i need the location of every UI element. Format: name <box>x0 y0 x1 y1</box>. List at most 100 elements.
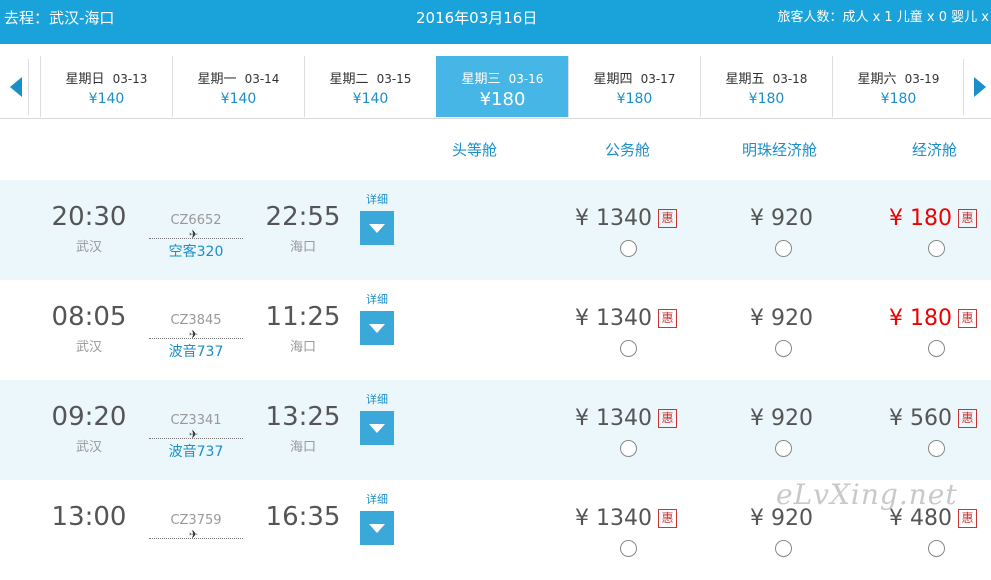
date-tab-price: ¥180 <box>880 91 917 107</box>
next-week-arrow-icon[interactable] <box>963 59 991 115</box>
departure-city: 武汉 <box>75 440 102 455</box>
expand-chevron-icon[interactable] <box>360 211 394 245</box>
business-fare: ¥ 1340 惠 <box>575 506 677 531</box>
detail-toggle[interactable]: 详细 <box>358 180 396 245</box>
pearl-fare-radio[interactable] <box>775 540 792 557</box>
detail-label[interactable]: 详细 <box>358 393 396 407</box>
expand-chevron-icon[interactable] <box>360 411 394 445</box>
departure: 08:05 武汉 <box>40 280 138 355</box>
cabin-first-class: 头等舱 <box>452 141 498 159</box>
date-tab-0313[interactable]: 星期日 03-13 ¥140 <box>40 56 172 117</box>
business-price: ¥ 1340 <box>575 306 652 331</box>
departure-time: 20:30 <box>51 202 127 232</box>
aircraft-type[interactable]: 空客320 <box>148 243 244 261</box>
date-tab-weekday: 星期四 <box>593 72 633 87</box>
arrival: 13:25 海口 <box>254 380 352 455</box>
economy-fare: ¥ 180 惠 <box>889 306 977 331</box>
discount-badge-icon: 惠 <box>658 209 677 228</box>
watermark-logo: eLvXing.net <box>776 478 958 511</box>
pearl-price: ¥ 920 <box>750 406 813 431</box>
arrival-time: 22:55 <box>265 202 341 232</box>
date-tab-price: ¥140 <box>88 91 125 107</box>
discount-badge-icon: 惠 <box>958 209 977 228</box>
date-tab-date: 03-14 <box>244 72 280 86</box>
date-tab-0314[interactable]: 星期一 03-14 ¥140 <box>172 56 304 117</box>
arrival-city: 海口 <box>289 240 316 255</box>
economy-price: ¥ 180 <box>889 206 952 231</box>
departure-time: 09:20 <box>51 402 127 432</box>
arrival-city: 海口 <box>289 440 316 455</box>
pearl-price: ¥ 920 <box>750 206 813 231</box>
departure: 09:20 武汉 <box>40 380 138 455</box>
economy-fare-radio[interactable] <box>928 440 945 457</box>
business-fare-radio[interactable] <box>620 240 637 257</box>
flight-row: 08:05 武汉 CZ3845 ✈ 波音737 11:25 海口 详细 ¥ 1340 惠 ¥ 920… <box>0 280 991 380</box>
date-tab-weekday: 星期六 <box>857 72 897 87</box>
economy-fare: ¥ 180 惠 <box>889 206 977 231</box>
economy-price: ¥ 180 <box>889 306 952 331</box>
route-line: ✈ <box>149 228 243 243</box>
detail-label[interactable]: 详细 <box>358 493 396 507</box>
business-price: ¥ 1340 <box>575 506 652 531</box>
economy-fare-radio[interactable] <box>928 340 945 357</box>
pearl-price: ¥ 920 <box>750 306 813 331</box>
travel-date: 2016年03月16日 <box>416 9 538 27</box>
business-fare-radio[interactable] <box>620 540 637 557</box>
route-line: ✈ <box>149 328 243 343</box>
cabin-pearl-economy: 明珠经济舱 <box>742 141 818 159</box>
date-tab-weekday: 星期五 <box>725 72 765 87</box>
date-tab-0315[interactable]: 星期二 03-15 ¥140 <box>304 56 436 117</box>
arrival-city: 海口 <box>289 340 316 355</box>
detail-toggle[interactable]: 详细 <box>358 480 396 545</box>
date-tab-date: 03-17 <box>640 72 676 86</box>
expand-chevron-icon[interactable] <box>360 511 394 545</box>
date-tab-price: ¥180 <box>479 89 526 110</box>
cabin-business-class: 公务舱 <box>605 141 651 159</box>
prev-week-arrow-icon[interactable] <box>0 59 29 115</box>
detail-label[interactable]: 详细 <box>358 293 396 307</box>
date-tab-0319[interactable]: 星期六 03-19 ¥180 <box>832 56 964 117</box>
economy-fare-radio[interactable] <box>928 240 945 257</box>
aircraft-type[interactable]: 波音737 <box>148 443 244 461</box>
date-tab-date: 03-19 <box>904 72 940 86</box>
departure-city: 武汉 <box>75 340 102 355</box>
discount-badge-icon: 惠 <box>958 309 977 328</box>
pearl-fare-radio[interactable] <box>775 340 792 357</box>
departure-city: 武汉 <box>75 240 102 255</box>
economy-fare-radio[interactable] <box>928 540 945 557</box>
detail-toggle[interactable]: 详细 <box>358 280 396 345</box>
business-fare-radio[interactable] <box>620 440 637 457</box>
pearl-fare: ¥ 920 <box>750 206 813 231</box>
aircraft-type[interactable]: 波音737 <box>148 343 244 361</box>
airplane-icon: ✈ <box>189 328 199 341</box>
business-fare: ¥ 1340 惠 <box>575 406 677 431</box>
discount-badge-icon: 惠 <box>658 509 677 528</box>
pearl-fare-radio[interactable] <box>775 240 792 257</box>
cabin-economy: 经济舱 <box>912 141 958 159</box>
date-tab-price: ¥180 <box>616 91 653 107</box>
business-fare-radio[interactable] <box>620 340 637 357</box>
date-tab-0318[interactable]: 星期五 03-18 ¥180 <box>700 56 832 117</box>
flight-number: CZ6652 <box>170 213 222 228</box>
discount-badge-icon: 惠 <box>658 309 677 328</box>
flight-info: CZ3341 ✈ 波音737 <box>148 380 244 461</box>
business-price: ¥ 1340 <box>575 206 652 231</box>
departure: 20:30 武汉 <box>40 180 138 255</box>
date-tab-weekday: 星期三 <box>461 72 501 87</box>
route-line: ✈ <box>149 528 243 543</box>
arrival-time: 11:25 <box>265 302 341 332</box>
detail-toggle[interactable]: 详细 <box>358 380 396 445</box>
discount-badge-icon: 惠 <box>658 409 677 428</box>
cabin-header-row: 头等舱 公务舱 明珠经济舱 经济舱 <box>0 119 991 179</box>
discount-badge-icon: 惠 <box>958 509 977 528</box>
date-tab-price: ¥180 <box>748 91 785 107</box>
flight-number: CZ3759 <box>170 513 222 528</box>
pearl-fare: ¥ 920 <box>750 306 813 331</box>
business-fare: ¥ 1340 惠 <box>575 206 677 231</box>
pearl-fare-radio[interactable] <box>775 440 792 457</box>
detail-label[interactable]: 详细 <box>358 193 396 207</box>
date-tab-0317[interactable]: 星期四 03-17 ¥180 <box>568 56 700 117</box>
expand-chevron-icon[interactable] <box>360 311 394 345</box>
date-tab-0316-selected[interactable]: 星期三 03-16 ¥180 <box>436 56 568 117</box>
flight-info: CZ3845 ✈ 波音737 <box>148 280 244 361</box>
